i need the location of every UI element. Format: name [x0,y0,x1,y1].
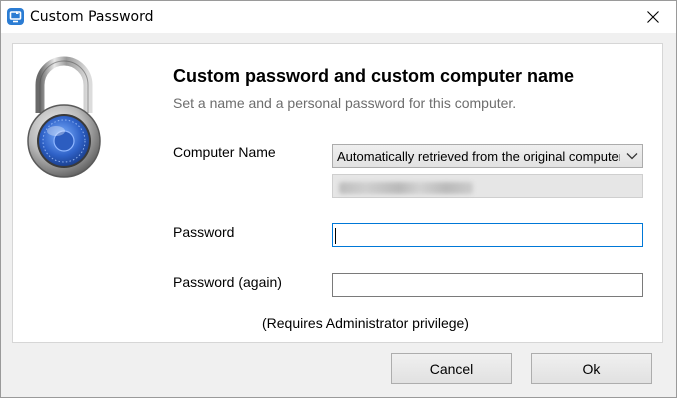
text-caret [335,228,336,244]
ok-button[interactable]: Ok [531,353,652,384]
content-panel: Custom password and custom computer name… [12,43,663,343]
dialog-subheading: Set a name and a personal password for t… [173,95,517,111]
password-label: Password [173,224,235,240]
window-title: Custom Password [30,9,154,25]
close-button[interactable] [630,1,676,33]
dialog-heading: Custom password and custom computer name [173,66,575,86]
chevron-down-icon [626,153,638,160]
computer-name-selected-value: Automatically retrieved from the origina… [337,149,620,164]
cancel-button[interactable]: Cancel [391,353,512,384]
password-again-label: Password (again) [173,274,282,290]
computer-name-readonly-field [332,174,643,198]
password-field[interactable] [332,223,643,247]
computer-name-label: Computer Name [173,144,276,160]
close-icon [647,11,659,23]
redacted-computer-name [339,182,473,194]
custom-password-dialog: Custom Password Custom password and cust… [0,0,677,398]
app-logo-icon [7,8,24,25]
title-bar: Custom Password [1,1,676,33]
password-again-field[interactable] [332,273,643,297]
computer-name-dropdown[interactable]: Automatically retrieved from the origina… [332,144,643,168]
padlock-icon [27,56,101,178]
admin-privilege-note: (Requires Administrator privilege) [262,315,469,331]
